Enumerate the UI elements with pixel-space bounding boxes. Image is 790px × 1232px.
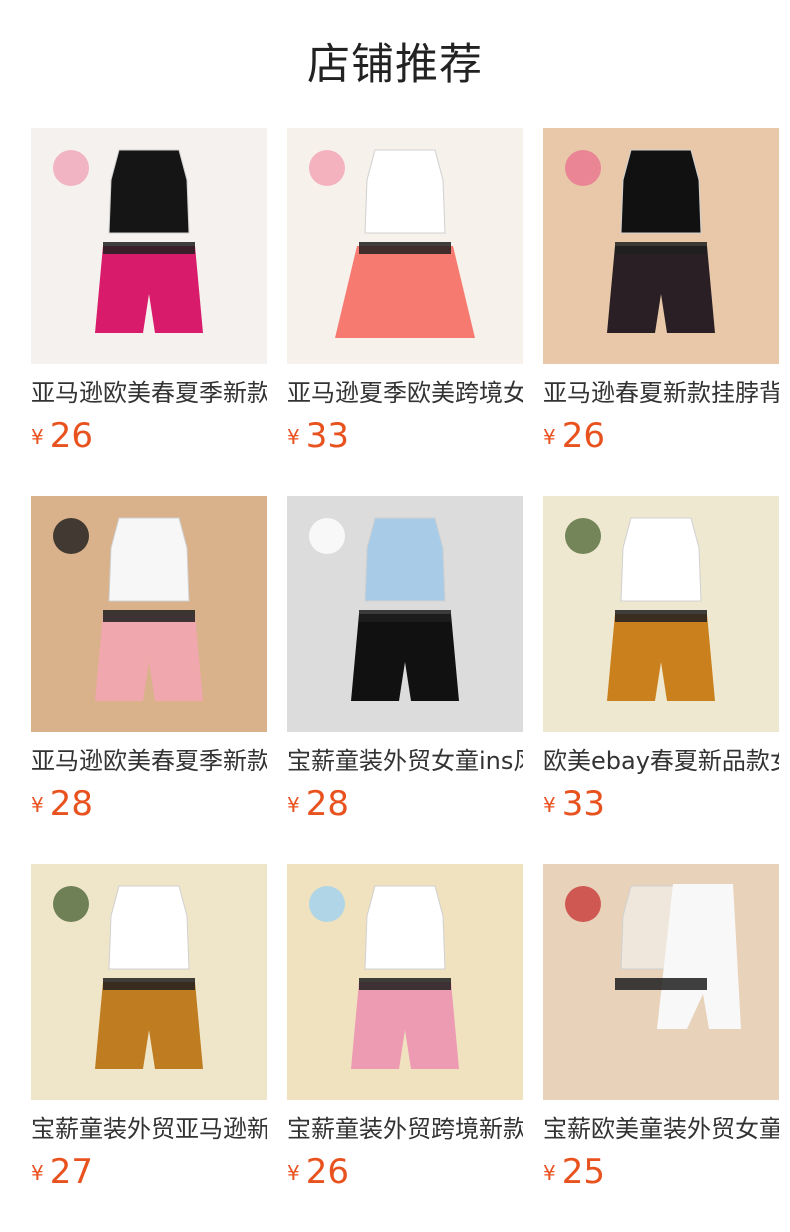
currency-symbol: ¥ bbox=[287, 1161, 300, 1185]
product-name[interactable]: 宝薪童装外贸亚马逊新款 bbox=[31, 1112, 267, 1146]
currency-symbol: ¥ bbox=[543, 425, 556, 449]
belt bbox=[103, 978, 195, 990]
currency-symbol: ¥ bbox=[31, 425, 44, 449]
product-price: ¥25 bbox=[543, 1152, 605, 1192]
flower-decoration bbox=[53, 886, 89, 922]
price-value: 33 bbox=[561, 784, 605, 824]
price-value: 26 bbox=[305, 1152, 349, 1192]
top-garment bbox=[620, 149, 702, 234]
product-price: ¥27 bbox=[31, 1152, 93, 1192]
product-photo bbox=[287, 864, 523, 1100]
flower-decoration bbox=[565, 886, 601, 922]
product-card[interactable]: 亚马逊春夏新款挂脖背心 ¥26 bbox=[543, 128, 779, 496]
currency-symbol: ¥ bbox=[287, 425, 300, 449]
product-price: ¥33 bbox=[287, 416, 349, 456]
product-photo bbox=[543, 864, 779, 1100]
flower-decoration bbox=[309, 518, 345, 554]
product-image[interactable] bbox=[287, 864, 523, 1100]
price-value: 28 bbox=[49, 784, 93, 824]
product-image[interactable] bbox=[543, 496, 779, 732]
price-value: 25 bbox=[561, 1152, 605, 1192]
price-value: 27 bbox=[49, 1152, 93, 1192]
flower-decoration bbox=[309, 886, 345, 922]
currency-symbol: ¥ bbox=[543, 1161, 556, 1185]
bottom-garment bbox=[335, 246, 475, 338]
product-photo bbox=[31, 128, 267, 364]
product-card[interactable]: 宝薪童装外贸亚马逊新款 ¥27 bbox=[31, 864, 267, 1232]
product-card[interactable]: 欧美ebay春夏新品款女童 ¥33 bbox=[543, 496, 779, 864]
top-garment bbox=[108, 517, 190, 602]
belt bbox=[359, 242, 451, 254]
product-image[interactable] bbox=[543, 128, 779, 364]
belt bbox=[615, 978, 707, 990]
product-photo bbox=[287, 496, 523, 732]
flower-decoration bbox=[53, 518, 89, 554]
product-image[interactable] bbox=[287, 128, 523, 364]
currency-symbol: ¥ bbox=[287, 793, 300, 817]
product-photo bbox=[31, 864, 267, 1100]
top-garment bbox=[108, 149, 190, 234]
product-image[interactable] bbox=[31, 128, 267, 364]
product-name[interactable]: 宝薪童装外贸女童ins风 bbox=[287, 744, 523, 778]
flower-decoration bbox=[565, 518, 601, 554]
product-price: ¥26 bbox=[31, 416, 93, 456]
flower-decoration bbox=[53, 150, 89, 186]
product-grid: 亚马逊欧美春夏季新款 ¥26 亚马逊夏季欧美跨境女童 ¥33 亚马逊春夏新款挂脖背心 ¥2… bbox=[31, 128, 779, 1232]
price-value: 28 bbox=[305, 784, 349, 824]
product-image[interactable] bbox=[31, 864, 267, 1100]
currency-symbol: ¥ bbox=[31, 793, 44, 817]
top-garment bbox=[620, 517, 702, 602]
product-photo bbox=[543, 496, 779, 732]
product-card[interactable]: 亚马逊欧美春夏季新款 ¥26 bbox=[31, 128, 267, 496]
currency-symbol: ¥ bbox=[31, 1161, 44, 1185]
belt bbox=[103, 610, 195, 622]
product-name[interactable]: 亚马逊欧美春夏季新款女童 bbox=[31, 744, 267, 778]
top-garment bbox=[108, 885, 190, 970]
price-value: 26 bbox=[561, 416, 605, 456]
top-garment bbox=[364, 517, 446, 602]
top-garment bbox=[364, 885, 446, 970]
product-name[interactable]: 欧美ebay春夏新品款女童 bbox=[543, 744, 779, 778]
product-card[interactable]: 宝薪童装外贸女童ins风 ¥28 bbox=[287, 496, 523, 864]
product-image[interactable] bbox=[31, 496, 267, 732]
price-value: 26 bbox=[49, 416, 93, 456]
product-price: ¥28 bbox=[31, 784, 93, 824]
product-image[interactable] bbox=[543, 864, 779, 1100]
product-name[interactable]: 亚马逊夏季欧美跨境女童 bbox=[287, 376, 523, 410]
product-image[interactable] bbox=[287, 496, 523, 732]
belt bbox=[615, 610, 707, 622]
price-value: 33 bbox=[305, 416, 349, 456]
product-name[interactable]: 宝薪童装外贸跨境新款女童 bbox=[287, 1112, 523, 1146]
belt bbox=[359, 610, 451, 622]
belt bbox=[103, 242, 195, 254]
top-garment bbox=[364, 149, 446, 234]
product-name[interactable]: 亚马逊欧美春夏季新款 bbox=[31, 376, 267, 410]
flower-decoration bbox=[309, 150, 345, 186]
product-photo bbox=[543, 128, 779, 364]
product-price: ¥33 bbox=[543, 784, 605, 824]
product-photo bbox=[31, 496, 267, 732]
product-card[interactable]: 亚马逊欧美春夏季新款女童 ¥28 bbox=[31, 496, 267, 864]
product-card[interactable]: 宝薪欧美童装外贸女童连体 ¥25 bbox=[543, 864, 779, 1232]
page-title: 店铺推荐 bbox=[307, 40, 483, 90]
product-name[interactable]: 亚马逊春夏新款挂脖背心 bbox=[543, 376, 779, 410]
product-name[interactable]: 宝薪欧美童装外贸女童连体 bbox=[543, 1112, 779, 1146]
recommendation-page: 店铺推荐 亚马逊欧美春夏季新款 ¥26 亚马逊夏季欧美跨境女童 ¥33 亚马逊春夏新款挂… bbox=[0, 0, 790, 1232]
flower-decoration bbox=[565, 150, 601, 186]
product-card[interactable]: 宝薪童装外贸跨境新款女童 ¥26 bbox=[287, 864, 523, 1232]
product-photo bbox=[287, 128, 523, 364]
belt bbox=[359, 978, 451, 990]
currency-symbol: ¥ bbox=[543, 793, 556, 817]
product-price: ¥26 bbox=[543, 416, 605, 456]
product-price: ¥28 bbox=[287, 784, 349, 824]
product-price: ¥26 bbox=[287, 1152, 349, 1192]
belt bbox=[615, 242, 707, 254]
product-card[interactable]: 亚马逊夏季欧美跨境女童 ¥33 bbox=[287, 128, 523, 496]
